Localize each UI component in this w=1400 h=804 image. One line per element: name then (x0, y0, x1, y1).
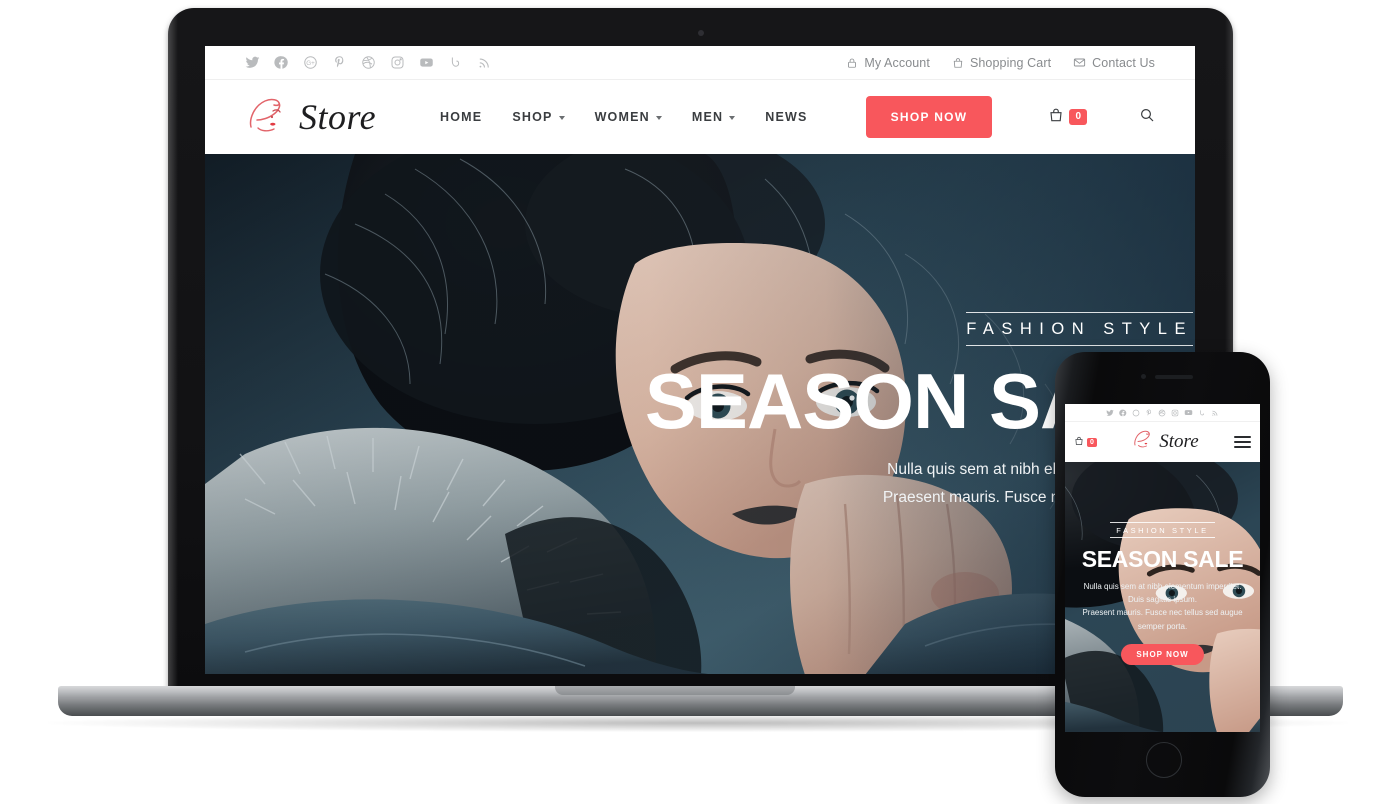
phone-home-button[interactable] (1145, 742, 1182, 778)
cart-count-badge: 0 (1069, 109, 1087, 125)
phone-hero-content: FASHION STYLE SEASON SALE Nulla quis sem… (1065, 520, 1260, 665)
logo-text: Store (299, 97, 377, 137)
contact-us-link[interactable]: Contact Us (1073, 56, 1155, 70)
facebook-icon[interactable] (274, 55, 289, 70)
phone-hero-subtext-line3: Praesent mauris. Fusce nec tellus sed au… (1082, 608, 1243, 618)
youtube-icon[interactable] (1184, 404, 1193, 422)
site-topbar: G+ My Account Shopping Cart Contact Us (205, 46, 1195, 80)
lock-icon (846, 57, 858, 69)
shopping-bag-icon (952, 57, 964, 69)
phone-cart-count-badge: 0 (1087, 437, 1097, 447)
social-icon-list: G+ (245, 55, 492, 70)
phone-hero-section: FASHION STYLE SEASON SALE Nulla quis sem… (1065, 462, 1260, 732)
nav-label-women: WOMEN (594, 110, 650, 124)
laptop-screen: G+ My Account Shopping Cart Contact Us S… (205, 46, 1195, 674)
hero-section: FASHION STYLE SEASON SALE Nulla quis sem… (205, 154, 1195, 674)
site-logo[interactable]: Store (245, 91, 376, 144)
twitter-icon[interactable] (1106, 404, 1114, 422)
shopping-bag-icon (1074, 433, 1084, 451)
google-plus-icon[interactable] (1132, 404, 1140, 422)
chevron-down-icon (729, 116, 736, 120)
hero-eyebrow: FASHION STYLE (966, 312, 1193, 346)
phone-cart-button[interactable]: 0 (1074, 433, 1097, 451)
dribbble-icon[interactable] (1158, 404, 1166, 422)
phone-header: 0 Store (1065, 422, 1260, 462)
shopping-cart-label: Shopping Cart (969, 55, 1052, 70)
phone-shop-now-button[interactable]: SHOP NOW (1121, 643, 1204, 665)
site-header: Store HOME SHOP WOMEN MEN NEWS SHOP NOW … (205, 80, 1195, 154)
nav-item-men[interactable]: MEN (691, 110, 736, 124)
facebook-icon[interactable] (1119, 404, 1127, 422)
pinterest-icon[interactable] (332, 55, 347, 70)
search-button[interactable] (1139, 107, 1155, 128)
phone-hero-headline: SEASON SALE (1081, 546, 1244, 572)
cart-button[interactable]: 0 (1048, 107, 1087, 128)
svg-text:G+: G+ (306, 60, 315, 67)
phone-hero-subtext-line1: Nulla quis sem at nibh elementum imperdi… (1083, 582, 1242, 591)
woman-face-logo-icon (1132, 427, 1158, 457)
topbar-links: My Account Shopping Cart Contact Us (846, 56, 1155, 70)
rss-icon[interactable] (477, 55, 492, 70)
phone-hero-subtext-line4: semper porta. (1137, 621, 1188, 631)
pinterest-icon[interactable] (1145, 404, 1153, 422)
google-plus-icon[interactable]: G+ (303, 55, 318, 70)
shopping-bag-icon (1048, 107, 1064, 128)
phone-logo[interactable]: Store (1097, 427, 1234, 457)
nav-item-home[interactable]: HOME (440, 110, 482, 124)
phone-hero-subtext-line2: Duis sagittis ipsum. (1128, 595, 1197, 605)
nav-item-women[interactable]: WOMEN (595, 110, 662, 124)
vine-icon[interactable] (448, 55, 463, 70)
my-account-label: My Account (864, 55, 930, 70)
instagram-icon[interactable] (390, 55, 405, 70)
chevron-down-icon (655, 116, 662, 120)
my-account-link[interactable]: My Account (846, 56, 930, 70)
phone-logo-text: Store (1159, 431, 1199, 452)
phone-camera-icon (1140, 374, 1146, 379)
nav-label-men: MEN (691, 110, 724, 124)
shop-now-button[interactable]: SHOP NOW (865, 96, 993, 138)
laptop-base-notch (554, 686, 795, 695)
shopping-cart-link[interactable]: Shopping Cart (952, 56, 1051, 70)
phone-social-row (1065, 404, 1260, 422)
contact-us-label: Contact Us (1092, 55, 1155, 70)
hamburger-menu-icon[interactable] (1234, 436, 1251, 448)
search-icon (1139, 108, 1155, 127)
nav-item-news[interactable]: NEWS (765, 110, 807, 124)
envelope-icon (1073, 56, 1086, 69)
phone-mockup: 0 Store FASHION STYLE SEASON SALE Nulla … (1055, 352, 1270, 797)
phone-hero-eyebrow: FASHION STYLE (1110, 522, 1215, 538)
laptop-webcam-icon (697, 30, 704, 36)
dribbble-icon[interactable] (361, 55, 376, 70)
woman-face-logo-icon (245, 91, 297, 144)
instagram-icon[interactable] (1171, 404, 1179, 422)
youtube-icon[interactable] (419, 55, 434, 70)
twitter-icon[interactable] (245, 55, 260, 70)
nav-item-shop[interactable]: SHOP (512, 110, 565, 124)
phone-screen: 0 Store FASHION STYLE SEASON SALE Nulla … (1065, 404, 1260, 732)
nav-label-shop: SHOP (512, 110, 553, 124)
main-nav: HOME SHOP WOMEN MEN NEWS SHOP NOW 0 (440, 96, 1155, 138)
nav-label-home: HOME (440, 110, 483, 124)
phone-speaker-icon (1154, 375, 1193, 379)
chevron-down-icon (558, 116, 565, 120)
rss-icon[interactable] (1211, 404, 1219, 422)
nav-label-news: NEWS (765, 110, 808, 124)
vine-icon[interactable] (1198, 404, 1206, 422)
page-root: G+ My Account Shopping Cart Contact Us S… (0, 0, 1400, 804)
